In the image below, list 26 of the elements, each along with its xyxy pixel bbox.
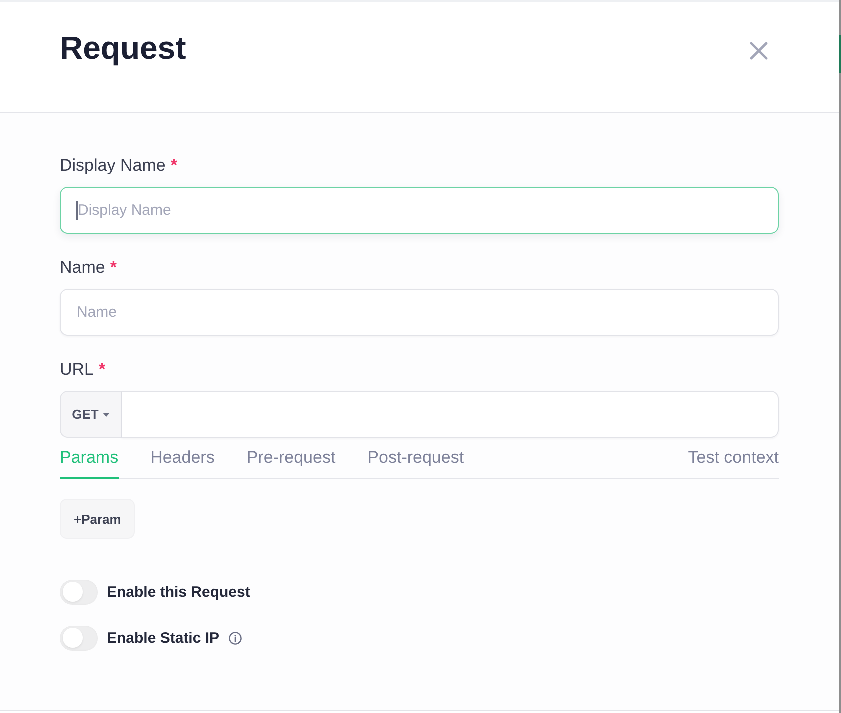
field-label: Display Name: [60, 155, 166, 177]
tab[interactable]: Post-request: [368, 447, 464, 479]
toggle-switch[interactable]: [60, 626, 98, 650]
tab[interactable]: Pre-request: [246, 447, 336, 479]
text-input-field[interactable]: Name: [60, 289, 779, 336]
tab[interactable]: Headers: [150, 447, 215, 479]
toggle-switch[interactable]: [60, 580, 98, 604]
accent-strip: [839, 35, 841, 73]
dialog-title: Request: [60, 29, 186, 68]
caret-icon: [102, 412, 110, 416]
info-icon[interactable]: [228, 632, 242, 644]
required-asterisk: *: [110, 257, 117, 279]
required-asterisk: *: [99, 359, 106, 381]
close-icon: [750, 42, 768, 60]
tab[interactable]: Params: [60, 447, 119, 479]
text-input-field[interactable]: Display Name: [60, 187, 779, 234]
field-label: URL: [60, 359, 94, 381]
url-input[interactable]: [122, 391, 779, 438]
field-label: Name: [60, 257, 106, 279]
method-dropdown[interactable]: GET: [60, 391, 122, 438]
add-param-button[interactable]: +Param: [60, 499, 136, 539]
toggle-label: Enable Static IP: [107, 630, 220, 646]
required-asterisk: *: [170, 155, 178, 177]
toggle-label: Enable this Request: [107, 584, 250, 600]
text-cursor-icon: [76, 201, 78, 220]
test-context-link[interactable]: Test context: [688, 447, 779, 479]
